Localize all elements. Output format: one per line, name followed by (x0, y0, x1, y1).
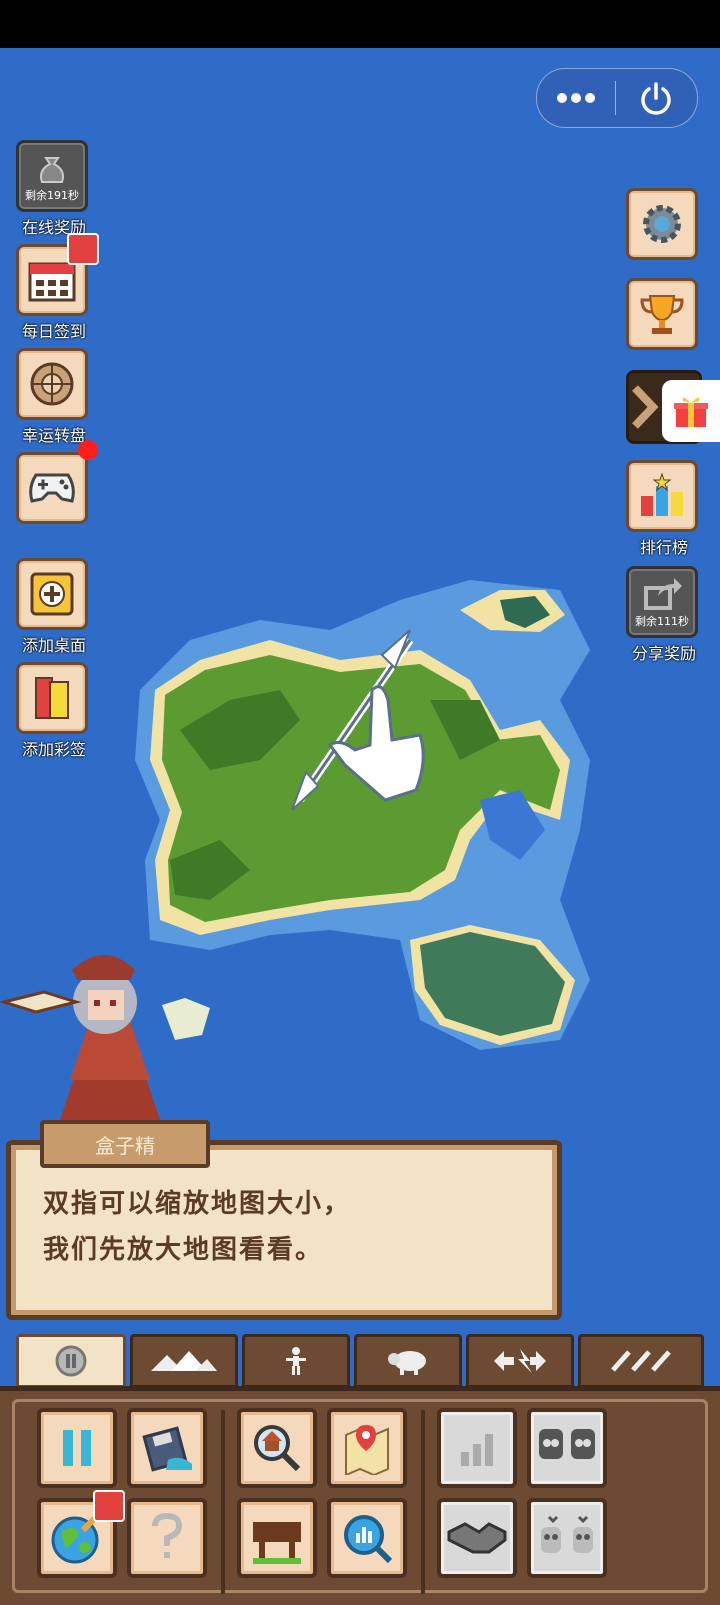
lucky-wheel-box (16, 348, 88, 420)
help-tool[interactable] (127, 1498, 207, 1578)
box-spirit-character (0, 955, 160, 1120)
power-icon (641, 82, 671, 115)
signboard-tool[interactable] (237, 1498, 317, 1578)
mountains-icon (151, 1351, 217, 1371)
add-desktop-box (16, 558, 88, 630)
dialog-text: 双指可以缩放地图大小， 我们先放大地图看看。 (43, 1181, 351, 1273)
dialog-line-1: 双指可以缩放地图大小， (43, 1189, 352, 1219)
add-icon (30, 572, 74, 616)
more-button[interactable] (537, 69, 615, 127)
settings-box (626, 188, 698, 260)
game-center-button[interactable] (16, 440, 98, 524)
friendly-faces-icon (541, 1515, 593, 1553)
dialog-line-2: 我们先放大地图看看。 (43, 1235, 324, 1265)
signboard-icon (253, 1522, 301, 1564)
sheep-icon (388, 1351, 426, 1375)
skulls-icon (539, 1429, 595, 1459)
more-dots-icon (557, 93, 595, 103)
map-tool[interactable] (327, 1408, 407, 1488)
war-tool[interactable] (527, 1408, 607, 1488)
online-reward-button[interactable]: 剩余191秒 在线奖励 (16, 140, 92, 238)
tab-terrain[interactable] (130, 1334, 238, 1388)
leaderboard-icon (641, 472, 683, 516)
gift-icon (674, 397, 708, 427)
tab-tools[interactable] (578, 1334, 704, 1388)
tab-powers[interactable] (466, 1334, 574, 1388)
tool-divider-2 (421, 1410, 425, 1594)
share-reward-box: 剩余111秒 (626, 566, 698, 638)
online-reward-box: 剩余191秒 (16, 140, 88, 212)
friendship-tool[interactable] (527, 1498, 607, 1578)
find-village-tool[interactable] (237, 1408, 317, 1488)
share-reward-timer: 剩余111秒 (635, 615, 689, 628)
bar-chart-icon (461, 1434, 493, 1466)
trophy-button[interactable] (626, 278, 702, 350)
trophy-box (626, 278, 698, 350)
add-bookmark-label: 添加彩签 (21, 740, 86, 759)
notification-badge (93, 1490, 125, 1522)
daily-checkin-box (16, 233, 99, 316)
magnifier-chart-icon (344, 1515, 393, 1564)
diplomacy-tool[interactable] (437, 1498, 517, 1578)
statistics-tool[interactable] (437, 1408, 517, 1488)
leaderboard-button[interactable]: 排行榜 (626, 460, 702, 558)
daily-checkin-label: 每日签到 (21, 322, 86, 341)
add-desktop-label: 添加桌面 (21, 636, 86, 655)
world-laws-tool[interactable] (37, 1490, 125, 1578)
gear-icon (643, 205, 681, 243)
trophy-icon (640, 295, 684, 334)
magnifier-house-icon (254, 1425, 301, 1472)
close-button[interactable] (616, 69, 696, 127)
toolbar-panel (0, 1386, 720, 1605)
leaderboard-box (626, 460, 698, 532)
tab-animals[interactable] (354, 1334, 462, 1388)
tool-divider-1 (221, 1410, 225, 1594)
pause-icon (63, 1430, 91, 1466)
lucky-wheel-button[interactable]: 幸运转盘 (16, 348, 92, 446)
bookmark-icon (35, 677, 69, 719)
add-bookmark-box (16, 662, 88, 734)
collapse-arrow-icon (632, 385, 659, 429)
inspect-tool[interactable] (327, 1498, 407, 1578)
game-center-box (16, 452, 88, 524)
lightning-icon (494, 1349, 546, 1373)
settings-button[interactable] (626, 188, 702, 260)
leaderboard-label: 排行榜 (639, 538, 688, 557)
handshake-icon (447, 1522, 507, 1554)
notification-dot (78, 440, 98, 460)
toolbar-tabs (16, 1334, 706, 1390)
save-tool[interactable] (127, 1408, 207, 1488)
share-reward-label: 分享奖励 (631, 644, 696, 663)
gamepad-icon (29, 473, 75, 503)
add-bookmark-button[interactable]: 添加彩签 (16, 662, 92, 760)
floppy-disk-icon (142, 1426, 192, 1472)
share-icon (644, 578, 682, 610)
add-desktop-button[interactable]: 添加桌面 (16, 558, 92, 656)
question-mark-icon (152, 1512, 183, 1558)
share-reward-button[interactable]: 剩余111秒 分享奖励 (626, 566, 702, 664)
person-icon (286, 1347, 306, 1375)
speaker-nametag: 盒子精 (40, 1120, 210, 1168)
brushes-icon (611, 1350, 671, 1372)
notification-badge (67, 233, 99, 265)
miniprogram-capsule (536, 68, 698, 128)
pause-tool[interactable] (37, 1408, 117, 1488)
online-reward-timer: 剩余191秒 (25, 189, 79, 202)
tab-pause[interactable] (16, 1334, 126, 1388)
toolbar-panel-inner (12, 1399, 708, 1594)
map-pin-icon (345, 1425, 389, 1475)
pause-circle-icon (55, 1345, 87, 1377)
daily-checkin-button[interactable]: 每日签到 (16, 233, 99, 342)
money-bag-icon (40, 157, 64, 183)
wheel-icon (30, 362, 74, 406)
tab-creatures[interactable] (242, 1334, 350, 1388)
gift-button[interactable] (662, 380, 720, 442)
